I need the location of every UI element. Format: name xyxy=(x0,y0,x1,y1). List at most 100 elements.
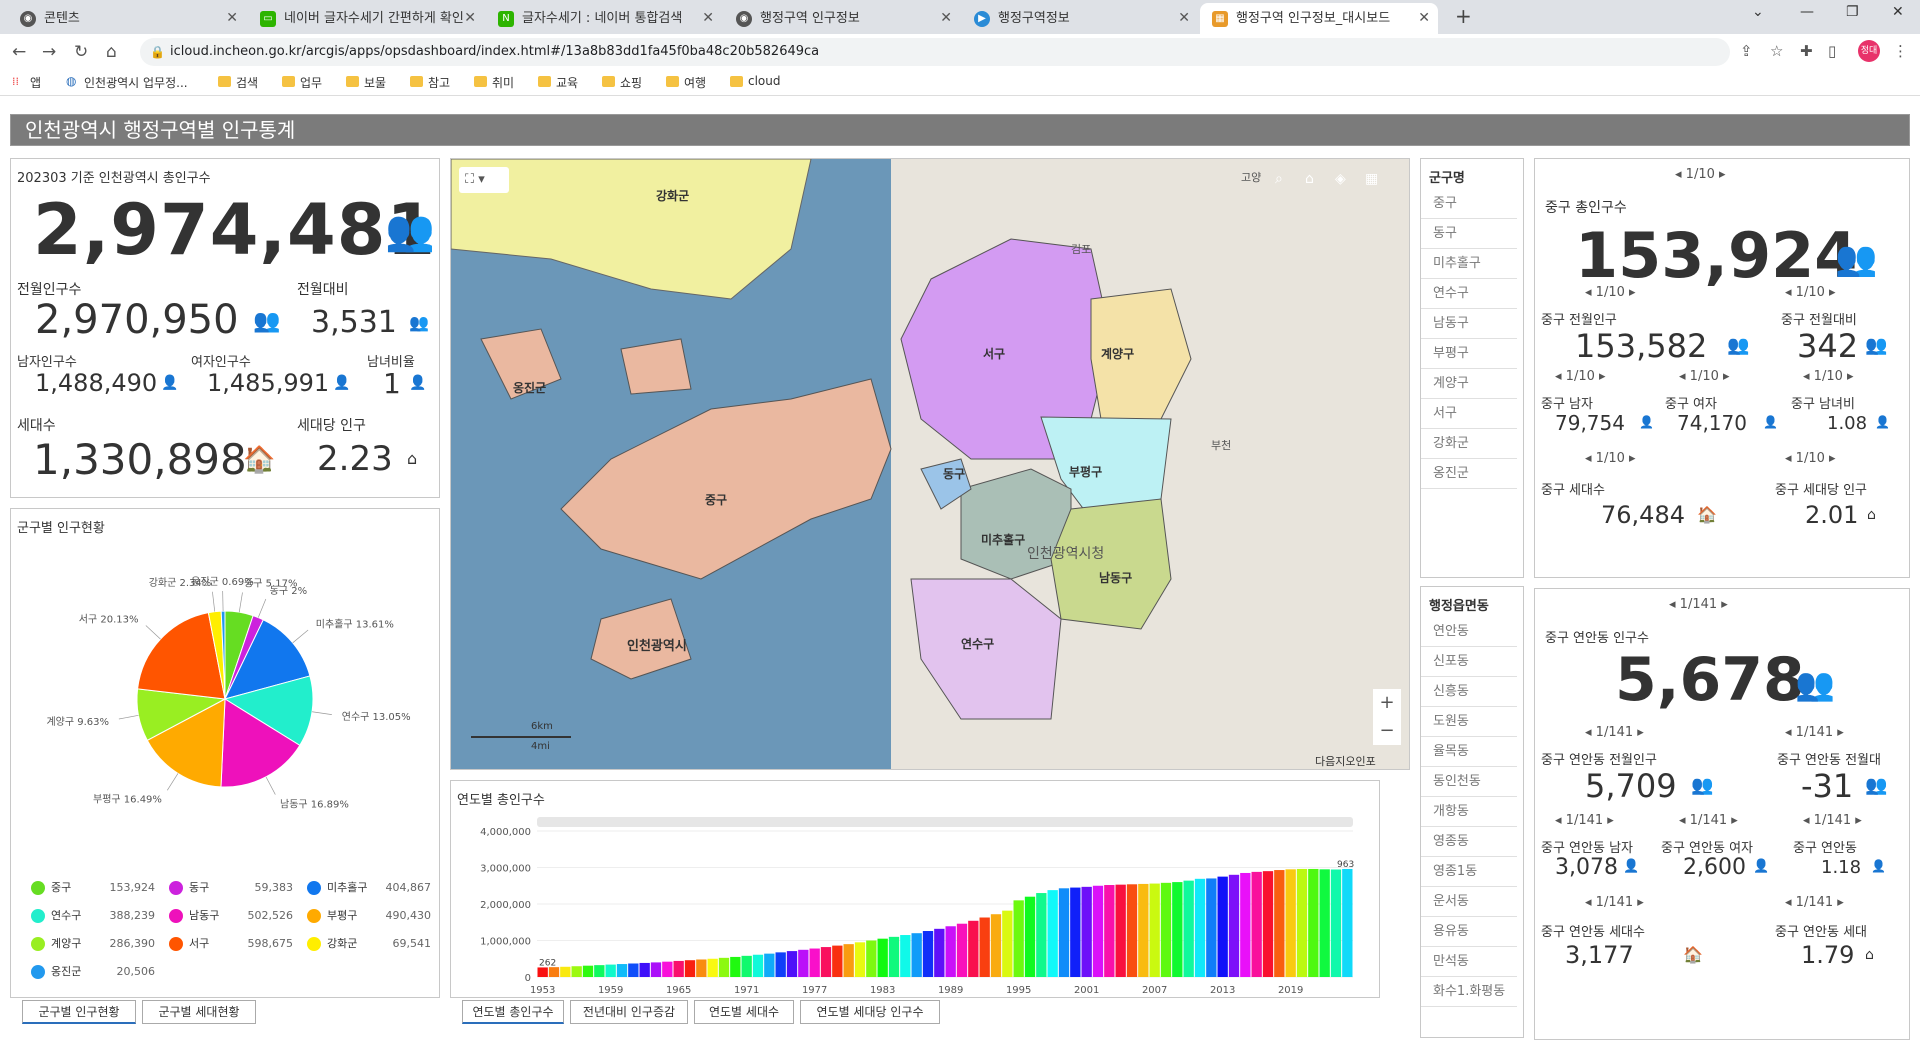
close-icon[interactable]: ✕ xyxy=(940,3,952,34)
zoom-in-button[interactable]: + xyxy=(1373,689,1401,717)
dong-hh-pager[interactable]: ◂ 1/141 ▸ xyxy=(1585,895,1644,910)
layers-icon[interactable]: ◈ xyxy=(1335,171,1346,187)
dong-list-item[interactable]: 영종1동 xyxy=(1421,857,1517,887)
maximize-button[interactable]: ❐ xyxy=(1846,4,1859,20)
gu-perhh-pager[interactable]: ◂ 1/10 ▸ xyxy=(1785,451,1836,466)
dong-prev-pager[interactable]: ◂ 1/141 ▸ xyxy=(1585,725,1644,740)
bookmark-9[interactable]: 여행 xyxy=(666,74,706,91)
bookmark-3[interactable]: 업무 xyxy=(282,74,322,91)
share-icon[interactable]: ⇪ xyxy=(1740,42,1753,60)
legend-item[interactable]: 옹진군 20,506 xyxy=(31,963,155,979)
tab-district-population[interactable]: 군구별 인구현황 xyxy=(22,1000,136,1024)
dong-ratio-pager[interactable]: ◂ 1/141 ▸ xyxy=(1803,813,1862,828)
reload-icon[interactable]: ↻ xyxy=(74,42,88,62)
tab-search-icon[interactable]: ⌄ xyxy=(1752,4,1764,20)
bookmark-apps[interactable]: ⁞⁞ 앱 xyxy=(12,74,41,91)
forward-icon[interactable]: → xyxy=(42,42,56,62)
bookmark-5[interactable]: 참고 xyxy=(410,74,450,91)
map-select-tool[interactable]: ⛶ ▾ xyxy=(459,167,509,193)
back-icon[interactable]: ← xyxy=(12,42,26,62)
close-icon[interactable]: ✕ xyxy=(1418,3,1430,34)
gu-male-pager[interactable]: ◂ 1/10 ▸ xyxy=(1555,369,1606,384)
address-bar[interactable]: 🔒 icloud.incheon.go.kr/arcgis/apps/opsdas… xyxy=(140,38,1730,66)
dong-list-item[interactable]: 신흥동 xyxy=(1421,677,1517,707)
district-list-item[interactable]: 연수구 xyxy=(1421,279,1517,309)
gu-prev-pager[interactable]: ◂ 1/10 ▸ xyxy=(1585,285,1636,300)
close-icon[interactable]: ✕ xyxy=(1178,3,1190,34)
dong-list-item[interactable]: 신포동 xyxy=(1421,647,1517,677)
dong-list-item[interactable]: 운서동 xyxy=(1421,887,1517,917)
tab-district-households[interactable]: 군구별 세대현황 xyxy=(142,1000,256,1024)
bookmark-10[interactable]: cloud xyxy=(730,74,781,88)
browser-tab-2[interactable]: N 글자수세기 : 네이버 통합검색 ✕ xyxy=(486,3,722,34)
dong-list-item[interactable]: 용유동 xyxy=(1421,917,1517,947)
legend-item[interactable]: 계양구 286,390 xyxy=(31,935,155,951)
home-icon[interactable]: ⌂ xyxy=(106,42,117,62)
gu-female-pager[interactable]: ◂ 1/10 ▸ xyxy=(1679,369,1730,384)
browser-tab-1[interactable]: ▭ 네이버 글자수세기 간편하게 확인 ✕ xyxy=(248,3,484,34)
bookmark-4[interactable]: 보물 xyxy=(346,74,386,91)
dong-list-item[interactable]: 만석동 xyxy=(1421,947,1517,977)
dong-perhh-pager[interactable]: ◂ 1/141 ▸ xyxy=(1785,895,1844,910)
dong-list-item[interactable]: 연안동 xyxy=(1421,617,1517,647)
dong-list-item[interactable]: 개항동 xyxy=(1421,797,1517,827)
district-list-item[interactable]: 계양구 xyxy=(1421,369,1517,399)
tab-yearly-perhh[interactable]: 연도별 세대당 인구수 xyxy=(800,1000,940,1024)
district-list-item[interactable]: 미추홀구 xyxy=(1421,249,1517,279)
bookmark-1[interactable]: ◍ 인천광역시 업무정... xyxy=(66,74,188,91)
tab-yearly-change[interactable]: 전년대비 인구증감 xyxy=(570,1000,688,1024)
legend-item[interactable]: 연수구 388,239 xyxy=(31,907,155,923)
basemap-icon[interactable]: ▦ xyxy=(1365,171,1378,187)
star-icon[interactable]: ☆ xyxy=(1770,42,1783,60)
new-tab-button[interactable]: + xyxy=(1455,4,1472,28)
home-icon[interactable]: ⌂ xyxy=(1305,171,1314,187)
district-list-item[interactable]: 옹진군 xyxy=(1421,459,1517,489)
district-list-item[interactable]: 동구 xyxy=(1421,219,1517,249)
bookmark-6[interactable]: 취미 xyxy=(474,74,514,91)
dong-list-item[interactable]: 도원동 xyxy=(1421,707,1517,737)
map-canvas[interactable] xyxy=(451,159,1410,770)
gu-pager[interactable]: ◂ 1/10 ▸ xyxy=(1675,167,1726,182)
dong-list-item[interactable]: 화수1.화평동 xyxy=(1421,977,1517,1007)
legend-item[interactable]: 미추홀구 404,867 xyxy=(307,879,431,895)
legend-item[interactable]: 남동구 502,526 xyxy=(169,907,293,923)
close-window-button[interactable]: ✕ xyxy=(1892,4,1904,20)
gu-diff-pager[interactable]: ◂ 1/10 ▸ xyxy=(1785,285,1836,300)
tab-yearly-households[interactable]: 연도별 세대수 xyxy=(694,1000,794,1024)
dong-list-item[interactable]: 동인천동 xyxy=(1421,767,1517,797)
district-list-item[interactable]: 부평구 xyxy=(1421,339,1517,369)
legend-item[interactable]: 동구 59,383 xyxy=(169,879,293,895)
district-list-item[interactable]: 강화군 xyxy=(1421,429,1517,459)
dong-diff-pager[interactable]: ◂ 1/141 ▸ xyxy=(1785,725,1844,740)
dong-list-item[interactable]: 율목동 xyxy=(1421,737,1517,767)
bookmark-2[interactable]: 검색 xyxy=(218,74,258,91)
district-list-item[interactable]: 서구 xyxy=(1421,399,1517,429)
zoom-out-button[interactable]: − xyxy=(1373,717,1401,745)
bookmark-7[interactable]: 교육 xyxy=(538,74,578,91)
close-icon[interactable]: ✕ xyxy=(226,3,238,34)
map-panel[interactable]: 강화군 서구 계양구 부평구 옹진군 중구 동구 미추홀구 남동구 연수구 인천… xyxy=(450,158,1410,770)
browser-tab-5[interactable]: ▦ 행정구역 인구정보_대시보드 ✕ xyxy=(1200,3,1438,34)
sidepanel-icon[interactable]: ▯ xyxy=(1828,42,1836,60)
browser-tab-0[interactable]: ◉ 콘텐츠 ✕ xyxy=(8,3,246,34)
district-list-item[interactable]: 남동구 xyxy=(1421,309,1517,339)
legend-item[interactable]: 서구 598,675 xyxy=(169,935,293,951)
gu-ratio-pager[interactable]: ◂ 1/10 ▸ xyxy=(1803,369,1854,384)
minimize-button[interactable]: — xyxy=(1800,4,1814,20)
avatar[interactable]: 정대 xyxy=(1858,40,1880,62)
browser-tab-4[interactable]: ▶ 행정구역정보 ✕ xyxy=(962,3,1198,34)
browser-tab-3[interactable]: ◉ 행정구역 인구정보 ✕ xyxy=(724,3,960,34)
tab-yearly-population[interactable]: 연도별 총인구수 xyxy=(462,1000,564,1024)
close-icon[interactable]: ✕ xyxy=(702,3,714,34)
dong-pager[interactable]: ◂ 1/141 ▸ xyxy=(1669,597,1728,612)
legend-item[interactable]: 강화군 69,541 xyxy=(307,935,431,951)
gu-hh-pager[interactable]: ◂ 1/10 ▸ xyxy=(1585,451,1636,466)
dong-male-pager[interactable]: ◂ 1/141 ▸ xyxy=(1555,813,1614,828)
dong-list-item[interactable]: 영종동 xyxy=(1421,827,1517,857)
district-list-item[interactable]: 중구 xyxy=(1421,189,1517,219)
bookmark-8[interactable]: 쇼핑 xyxy=(602,74,642,91)
legend-item[interactable]: 중구 153,924 xyxy=(31,879,155,895)
legend-item[interactable]: 부평구 490,430 xyxy=(307,907,431,923)
menu-icon[interactable]: ⋮ xyxy=(1893,42,1908,60)
extensions-icon[interactable]: ✚ xyxy=(1800,42,1813,60)
